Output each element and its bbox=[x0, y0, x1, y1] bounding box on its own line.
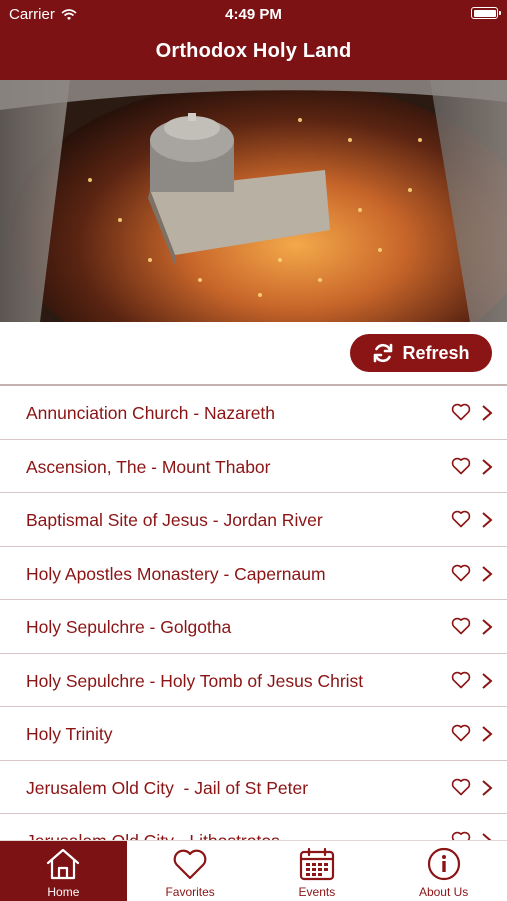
heart-icon[interactable] bbox=[451, 723, 471, 743]
list-item[interactable]: Jerusalem Old City - Lithostrotos bbox=[0, 814, 507, 842]
tab-home-label: Home bbox=[47, 885, 80, 899]
heart-icon[interactable] bbox=[451, 670, 471, 690]
heart-icon[interactable] bbox=[451, 509, 471, 529]
tab-about-us[interactable]: About Us bbox=[380, 841, 507, 901]
list-item[interactable]: Holy Sepulchre - Golgotha bbox=[0, 600, 507, 654]
tab-events-label: Events bbox=[298, 885, 336, 899]
chevron-right-icon bbox=[482, 672, 493, 689]
refresh-bar: Refresh bbox=[0, 322, 507, 384]
heart-icon bbox=[173, 849, 207, 880]
list-item[interactable]: Ascension, The - Mount Thabor bbox=[0, 440, 507, 493]
refresh-button[interactable]: Refresh bbox=[350, 334, 492, 372]
list-item-label: Baptismal Site of Jesus - Jordan River bbox=[26, 510, 323, 530]
heart-icon[interactable] bbox=[451, 456, 471, 476]
tab-favorites[interactable]: Favorites bbox=[127, 841, 254, 901]
list-item[interactable]: Holy Sepulchre - Holy Tomb of Jesus Chri… bbox=[0, 654, 507, 707]
heart-icon[interactable] bbox=[451, 563, 471, 583]
list-item-label: Holy Apostles Monastery - Capernaum bbox=[26, 563, 326, 584]
church-photo bbox=[0, 80, 507, 322]
list-item[interactable]: Annunciation Church - Nazareth bbox=[0, 386, 507, 440]
refresh-label: Refresh bbox=[402, 342, 470, 363]
status-time: 4:49 PM bbox=[225, 6, 282, 23]
info-icon bbox=[427, 847, 460, 881]
chevron-right-icon bbox=[482, 779, 493, 796]
tab-home[interactable]: Home bbox=[0, 841, 127, 901]
chevron-right-icon bbox=[482, 726, 493, 742]
list-item-label: Annunciation Church - Nazareth bbox=[26, 403, 276, 423]
list-item-label: Holy Trinity bbox=[26, 724, 113, 744]
hero-image bbox=[0, 80, 507, 322]
battery-icon bbox=[471, 7, 501, 19]
chevron-right-icon bbox=[482, 619, 493, 635]
list-item-label: Ascension, The - Mount Thabor bbox=[26, 456, 271, 477]
chevron-right-icon bbox=[482, 405, 493, 421]
chevron-right-icon bbox=[482, 565, 493, 582]
heart-icon[interactable] bbox=[451, 616, 471, 636]
list-item[interactable]: Baptismal Site of Jesus - Jordan River bbox=[0, 493, 507, 547]
app-header: Carrier 4:49 PM Orthodox Holy Land bbox=[0, 0, 507, 80]
page-title: Orthodox Holy Land bbox=[155, 40, 352, 62]
chevron-right-icon bbox=[482, 512, 493, 528]
list-item-label: Holy Sepulchre - Holy Tomb of Jesus Chri… bbox=[26, 670, 364, 691]
list-item-label: Holy Sepulchre - Golgotha bbox=[26, 617, 232, 637]
status-bar: Carrier 4:49 PM bbox=[0, 0, 507, 28]
list-item[interactable]: Holy Apostles Monastery - Capernaum bbox=[0, 547, 507, 600]
list-item-label: Jerusalem Old City - Lithostrotos bbox=[26, 831, 280, 842]
tab-favorites-label: Favorites bbox=[165, 885, 215, 899]
heart-icon[interactable] bbox=[451, 402, 471, 422]
list-item-label: Jerusalem Old City - Jail of St Peter bbox=[26, 777, 309, 798]
chevron-right-icon bbox=[482, 458, 493, 475]
list-item[interactable]: Jerusalem Old City - Jail of St Peter bbox=[0, 761, 507, 814]
tab-bar: Home Favorites Events About Us bbox=[0, 840, 507, 901]
refresh-icon bbox=[374, 343, 393, 363]
calendar-icon bbox=[299, 847, 334, 881]
tab-about-us-label: About Us bbox=[418, 885, 469, 899]
heart-icon[interactable] bbox=[451, 777, 471, 797]
home-icon bbox=[47, 848, 80, 880]
tab-events[interactable]: Events bbox=[254, 841, 381, 901]
places-list: Annunciation Church - Nazareth Ascension… bbox=[0, 384, 507, 842]
list-item[interactable]: Holy Trinity bbox=[0, 707, 507, 761]
